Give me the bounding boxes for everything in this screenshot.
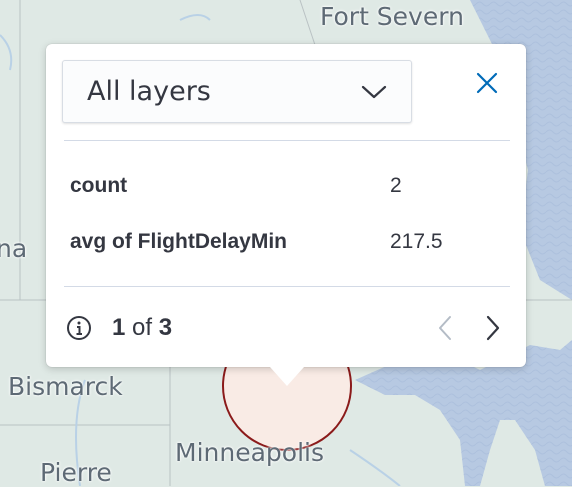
- header-divider: [64, 140, 510, 141]
- info-icon: [67, 316, 91, 340]
- pagination-controls: [432, 313, 506, 343]
- feature-tooltip-popup: All layers count 2 avg of FlightDelayMin…: [46, 44, 526, 386]
- page-of: of: [132, 314, 153, 341]
- property-row: avg of FlightDelayMin 217.5: [70, 227, 506, 257]
- page-current: 1: [112, 314, 126, 341]
- page-total: 3: [158, 314, 173, 341]
- footer-divider: [64, 286, 510, 287]
- previous-page-button[interactable]: [432, 313, 458, 343]
- tooltip-arrow: [270, 367, 304, 386]
- property-value: 2: [390, 174, 402, 197]
- place-label-pierre: Pierre: [40, 458, 112, 487]
- property-row: count 2: [70, 171, 506, 201]
- close-icon: [476, 72, 498, 94]
- property-key: avg of FlightDelayMin: [70, 230, 288, 253]
- page-indicator: 1 of 3: [112, 314, 172, 342]
- layer-select-dropdown[interactable]: All layers: [62, 60, 412, 123]
- place-label-fort-severn: Fort Severn: [320, 2, 464, 31]
- chevron-left-icon: [439, 316, 451, 340]
- chevron-right-icon: [486, 315, 500, 341]
- chevron-down-icon: [361, 85, 387, 98]
- property-value: 217.5: [390, 230, 443, 253]
- close-button[interactable]: [472, 68, 502, 98]
- next-page-button[interactable]: [480, 313, 506, 343]
- place-label-minneapolis: Minneapolis: [175, 438, 324, 467]
- tooltip-footer: 1 of 3: [66, 308, 506, 348]
- layer-select-value: All layers: [87, 76, 211, 107]
- place-label-partial: na: [0, 234, 28, 263]
- place-label-bismarck: Bismarck: [8, 372, 123, 401]
- property-key: count: [70, 174, 128, 197]
